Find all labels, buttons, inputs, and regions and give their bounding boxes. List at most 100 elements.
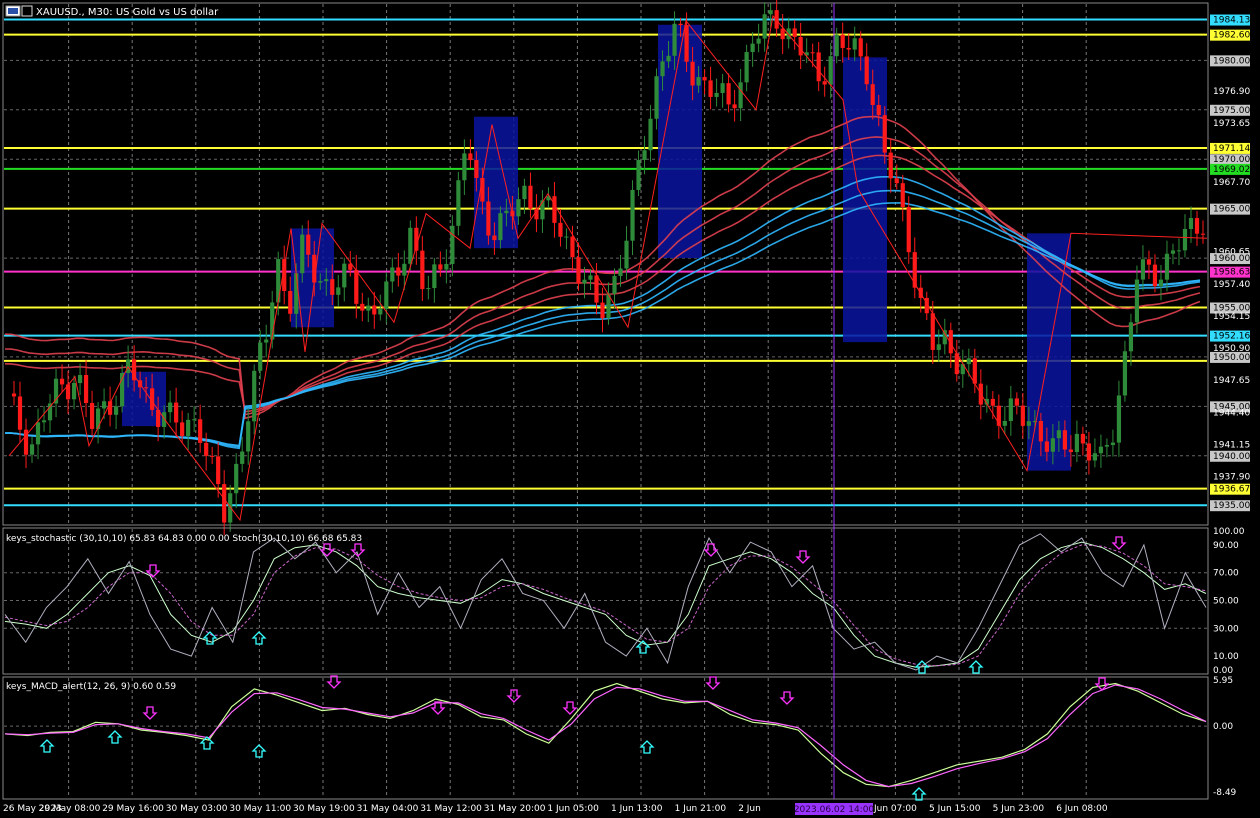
candle-body [144, 387, 149, 389]
time-tick-label: 31 May 04:00 [357, 804, 419, 814]
candle-body [1134, 279, 1140, 323]
candle-body [450, 225, 455, 264]
stochastic-tick-label: 0.00 [1213, 666, 1233, 676]
candle-body [101, 401, 107, 409]
candle-body [83, 375, 89, 404]
candle-body [216, 456, 221, 485]
candle-body [378, 309, 383, 315]
candle-body [426, 288, 431, 290]
candle-body [29, 444, 35, 455]
macd-title: keys_MACD_alert(12, 26, 9) 0.60 0.59 [6, 682, 176, 692]
stochastic-tick-label: 100.00 [1213, 527, 1245, 537]
candle-body [990, 398, 995, 406]
candle-body [894, 178, 899, 184]
candle-body [1026, 421, 1031, 426]
candle-body [1020, 405, 1025, 426]
candle-body [408, 227, 413, 264]
candle-body [648, 118, 653, 151]
price-tag-label: 1960.00 [1213, 254, 1250, 264]
candle-body [972, 358, 977, 384]
candle-body [570, 236, 575, 258]
candle-body [876, 105, 881, 116]
trading-chart[interactable]: 1984.13 1982.60 1980.00 1976.90 1975.00 1973.… [0, 0, 1260, 818]
candle-body [810, 52, 815, 54]
candle-body [714, 92, 719, 97]
candle-body [330, 279, 335, 295]
time-tick-label: 2 Jun [738, 804, 761, 814]
candle-body [1158, 279, 1164, 287]
candle-body [1056, 430, 1061, 439]
candle-body [246, 421, 251, 452]
time-tick-label: 30 May 11:00 [229, 804, 291, 814]
candle-body [324, 279, 329, 282]
candle-body [540, 200, 545, 220]
price-tick-label: 1973.65 [1213, 119, 1250, 129]
candle-body [1050, 438, 1055, 452]
time-tick-label: 30 May 19:00 [293, 804, 355, 814]
candle-body [1080, 433, 1085, 444]
candle-body [774, 10, 779, 29]
candle-body [834, 34, 839, 57]
candle-body [888, 152, 893, 179]
candle-body [294, 273, 299, 314]
candle-body [1086, 443, 1092, 461]
stochastic-tick-label: 10.00 [1213, 652, 1239, 662]
candle-body [780, 28, 785, 40]
candle-body [696, 77, 701, 86]
candle-body [612, 275, 617, 294]
candle-body [816, 52, 821, 82]
time-tick-label: 5 Jun 23:00 [993, 804, 1045, 814]
candle-body [660, 61, 665, 77]
cursor-time-label: 2023.06.02 14:00 [794, 803, 874, 815]
candle-body [798, 37, 803, 56]
candle-body [822, 81, 827, 85]
candle-body [744, 52, 749, 83]
candle-body [600, 302, 605, 319]
candle-body [732, 104, 737, 109]
candle-body [870, 84, 875, 106]
candle-body [750, 43, 755, 53]
candle-body [882, 115, 887, 153]
candle-body [1128, 322, 1134, 352]
chart-title-text: XAUUSD., M30: US Gold vs US dollar [36, 7, 219, 18]
candle-body [618, 268, 623, 276]
price-tag-label: 1984.13 [1213, 16, 1250, 26]
time-tick-label: 6 Jun 08:00 [1056, 804, 1108, 814]
candle-body [360, 303, 365, 311]
macd-tick-label: -8.49 [1213, 788, 1237, 798]
candle-body [222, 484, 227, 523]
candle-body [258, 342, 263, 371]
candle-body [1068, 449, 1073, 453]
price-tag-label: 1958.63 [1213, 268, 1250, 278]
candle-body [35, 422, 41, 445]
candle-body [1176, 250, 1182, 252]
candle-body [912, 252, 917, 288]
window-icon [8, 8, 18, 14]
candle-body [828, 56, 833, 85]
candle-body [264, 339, 269, 343]
candle-body [1188, 218, 1194, 229]
candle-body [492, 235, 497, 241]
candle-body [786, 28, 791, 40]
candle-body [702, 77, 707, 81]
candle-body [77, 375, 83, 383]
candle-body [1140, 259, 1146, 280]
candle-body [1146, 259, 1152, 265]
candle-body [41, 420, 47, 423]
price-tick-label: 1967.70 [1213, 178, 1250, 188]
candle-body [582, 279, 587, 284]
price-tag-label: 1935.00 [1213, 501, 1250, 511]
candle-body [1002, 420, 1007, 426]
candle-body [768, 10, 773, 15]
candle-body [678, 23, 683, 26]
candle-body [474, 160, 479, 178]
time-tick-label: 5 Jun 15:00 [929, 804, 981, 814]
stochastic-tick-label: 30.00 [1213, 624, 1239, 634]
candle-body [252, 370, 257, 422]
candle-body [672, 23, 677, 56]
candle-body [966, 358, 971, 365]
candle-body [234, 463, 239, 494]
price-tick-label: 1947.65 [1213, 376, 1250, 386]
candle-body [624, 240, 629, 269]
stochastic-tick-label: 50.00 [1213, 597, 1239, 607]
